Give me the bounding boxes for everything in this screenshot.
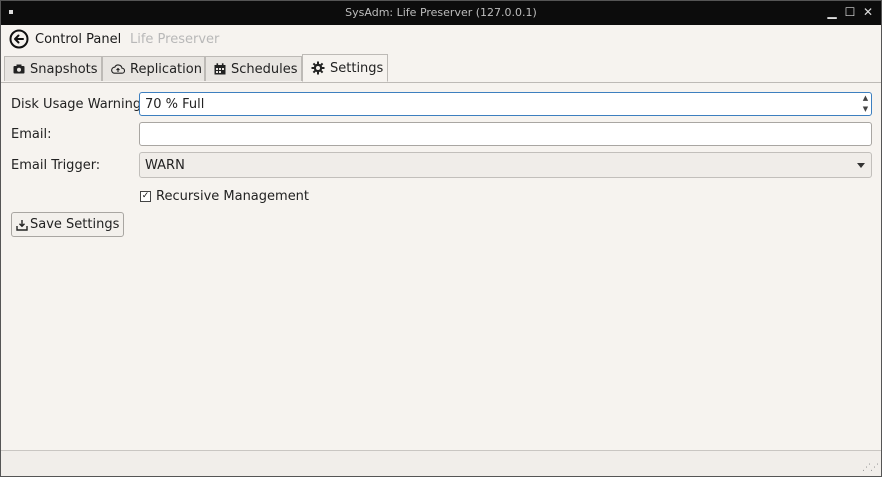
back-button[interactable]: Control Panel [9,29,121,49]
back-arrow-icon [9,29,29,49]
back-label: Control Panel [35,31,122,47]
resize-grip-icon[interactable]: ⋰⋰ [862,463,879,473]
save-settings-button[interactable]: Save Settings [11,212,125,237]
tab-label: Settings [330,60,384,76]
save-label: Save Settings [30,217,120,232]
tab-replication[interactable]: Replication [102,56,205,81]
email-trigger-value: WARN [145,158,185,173]
disk-usage-label: Disk Usage Warning: [11,97,146,112]
email-field[interactable] [139,122,872,146]
cloud-upload-icon [111,64,125,74]
tab-bar: Snapshots Replication Schedules Settings [1,54,881,83]
app-window: SysAdm: Life Preserver (127.0.0.1) ▁ ☐ ✕… [0,0,882,477]
nav-row: Control Panel Life Preserver [1,25,881,53]
calendar-icon [214,63,226,75]
tab-label: Snapshots [30,61,98,77]
save-icon [16,219,28,231]
minimize-icon[interactable]: ▁ [825,5,839,19]
status-bar: ⋰⋰ [1,450,881,476]
email-label: Email: [11,127,52,142]
maximize-icon[interactable]: ☐ [843,5,857,19]
tab-settings[interactable]: Settings [302,54,388,82]
checkmark-icon[interactable]: ✓ [140,191,151,202]
disk-usage-value: 70 % Full [145,97,205,112]
disk-usage-spinbox[interactable]: 70 % Full ▲ ▼ [139,92,872,116]
recursive-checkbox[interactable]: ✓ Recursive Management [140,189,309,204]
chevron-down-icon [857,163,865,168]
email-trigger-label: Email Trigger: [11,158,101,173]
spin-down-icon[interactable]: ▼ [863,105,868,114]
tab-schedules[interactable]: Schedules [205,56,302,81]
title-bar: SysAdm: Life Preserver (127.0.0.1) ▁ ☐ ✕ [1,1,881,25]
tab-snapshots[interactable]: Snapshots [4,56,102,81]
recursive-label: Recursive Management [156,189,310,204]
camera-icon [13,64,25,74]
tab-label: Replication [130,61,202,77]
spin-buttons[interactable]: ▲ ▼ [861,94,870,114]
spin-up-icon[interactable]: ▲ [863,94,868,103]
breadcrumb: Life Preserver [130,32,220,47]
tab-label: Schedules [231,61,298,77]
close-icon[interactable]: ✕ [861,5,875,19]
window-title: SysAdm: Life Preserver (127.0.0.1) [345,6,537,19]
email-trigger-select[interactable]: WARN [139,152,872,178]
gear-icon [311,61,325,75]
